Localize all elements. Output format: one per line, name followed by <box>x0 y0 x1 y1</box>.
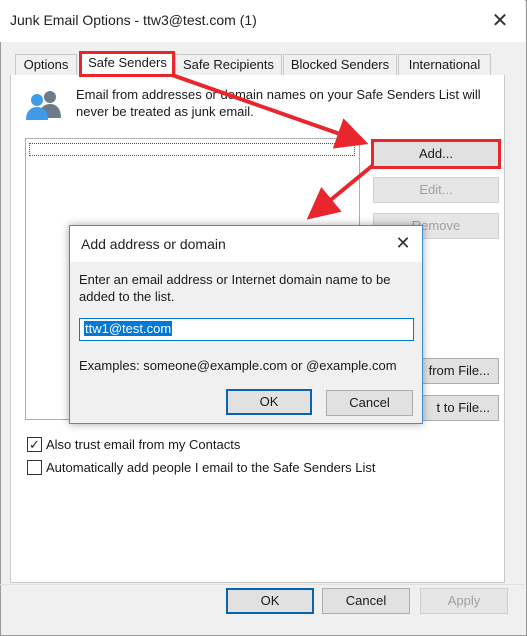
trust-contacts-label: Also trust email from my Contacts <box>46 437 241 452</box>
tab-blocked-senders[interactable]: Blocked Senders <box>283 54 397 76</box>
cancel-button[interactable]: Cancel <box>322 588 410 614</box>
apply-button[interactable]: Apply <box>420 588 508 614</box>
list-focus-rect <box>29 143 355 156</box>
tab-international[interactable]: International <box>398 54 491 76</box>
tab-safe-recipients[interactable]: Safe Recipients <box>175 54 282 76</box>
auto-add-label: Automatically add people I email to the … <box>46 460 376 475</box>
edit-button[interactable]: Edit... <box>373 177 499 203</box>
close-icon[interactable]: ✕ <box>486 8 514 34</box>
address-input[interactable]: ttw1@test.com <box>79 318 414 341</box>
people-icon <box>26 91 61 120</box>
dialog-ok-button[interactable]: OK <box>226 389 312 415</box>
footer-divider <box>0 584 525 585</box>
dialog-examples: Examples: someone@example.com or @exampl… <box>79 358 397 373</box>
tab-options[interactable]: Options <box>15 54 77 76</box>
add-button-highlight <box>371 139 501 169</box>
trust-contacts-checkbox[interactable]: ✓ <box>27 437 42 452</box>
ok-button[interactable]: OK <box>226 588 314 614</box>
dialog-close-icon[interactable]: ✕ <box>390 231 416 255</box>
dialog-prompt: Enter an email address or Internet domai… <box>79 272 391 304</box>
panel-description: Email from addresses or domain names on … <box>76 87 481 119</box>
tab-highlight-box <box>79 51 175 77</box>
address-input-value: ttw1@test.com <box>84 321 173 336</box>
dialog-title: Add address or domain <box>81 236 226 252</box>
auto-add-checkbox[interactable] <box>27 460 42 475</box>
window-title: Junk Email Options - ttw3@test.com (1) <box>10 12 257 28</box>
dialog-cancel-button[interactable]: Cancel <box>326 390 413 416</box>
